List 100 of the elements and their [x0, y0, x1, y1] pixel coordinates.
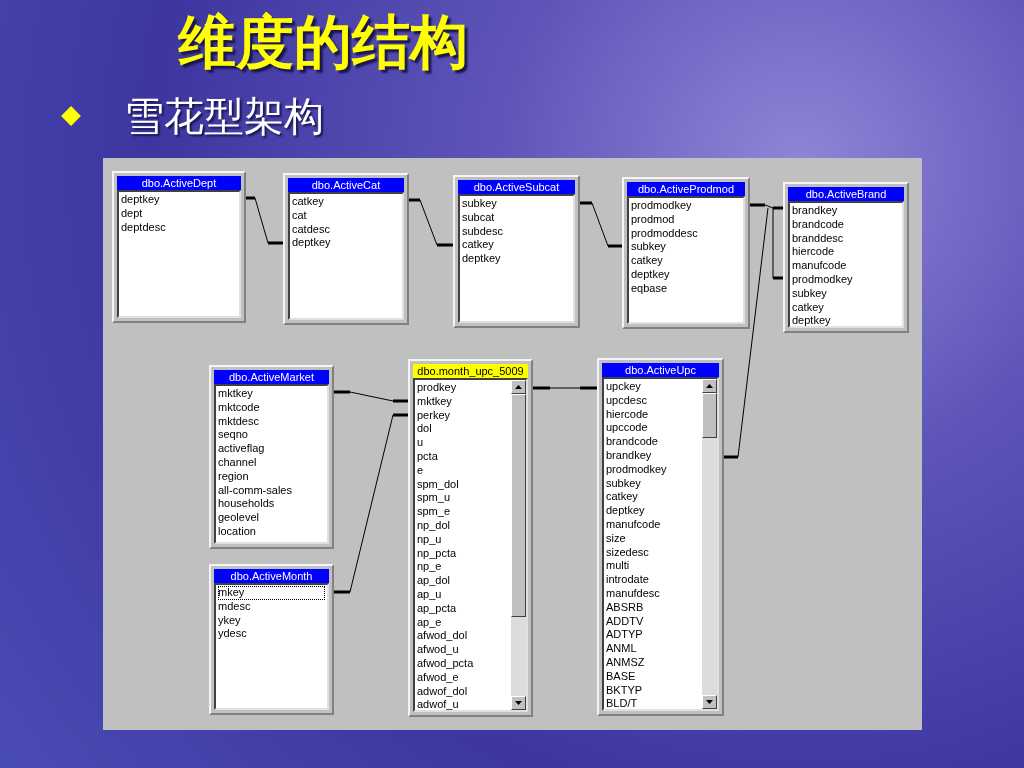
field-name[interactable]: np_u [417, 532, 509, 547]
field-name[interactable]: prodmod [631, 212, 741, 227]
field-name[interactable]: ap_dol [417, 574, 509, 588]
field-name[interactable]: catkey [792, 300, 900, 315]
table-title[interactable]: dbo.ActiveMonth [214, 569, 329, 583]
field-name[interactable]: activeflag [218, 442, 325, 456]
field-name[interactable]: ap_e [417, 615, 509, 630]
table-window[interactable]: dbo.ActiveCat catkey cat catdesc deptkey [283, 173, 409, 325]
table-title[interactable]: dbo.ActiveDept [117, 176, 241, 190]
field-name[interactable]: adwof_dol [417, 684, 509, 699]
field-name[interactable]: ADTYP [606, 628, 700, 643]
table-window[interactable]: dbo.ActiveSubcat subkey subcat subdesc catkey deptkey [453, 175, 580, 328]
field-name[interactable]: BASE [606, 669, 700, 684]
field-name[interactable]: hiercode [606, 407, 700, 422]
field-name[interactable]: prodmodkey [792, 273, 900, 287]
field-name[interactable]: upcdesc [606, 393, 700, 408]
field-name[interactable]: deptkey [121, 193, 237, 207]
field-name[interactable]: ydesc [218, 627, 325, 642]
table-title[interactable]: dbo.ActiveSubcat [458, 180, 575, 194]
table-window[interactable]: dbo.ActiveProdmod prodmodkey prodmod prodmoddesc subkey catkey deptkey eqbase [622, 177, 750, 329]
field-name[interactable]: brandkey [792, 204, 900, 218]
field-name[interactable]: deptkey [606, 504, 700, 518]
field-name[interactable]: deptkey [462, 252, 571, 266]
table-title[interactable]: dbo.ActiveUpc [602, 363, 719, 377]
field-name[interactable]: np_e [417, 560, 509, 575]
field-name[interactable]: location [218, 524, 325, 539]
field-name[interactable]: spm_e [417, 505, 509, 519]
field-name[interactable]: catkey [462, 238, 571, 253]
field-name[interactable]: upccode [606, 421, 700, 436]
field-name[interactable]: mktkey [218, 387, 325, 401]
field-name[interactable]: subcat [462, 210, 571, 225]
field-name[interactable]: afwod_u [417, 643, 509, 657]
scroll-up-button[interactable] [511, 380, 526, 394]
field-name[interactable]: ap_pcta [417, 601, 509, 616]
field-name[interactable]: pcta [417, 450, 509, 464]
field-name[interactable]: mktkey [417, 394, 509, 409]
table-window[interactable]: dbo.ActiveDept deptkey dept deptdesc [112, 171, 246, 323]
field-name[interactable]: np_dol [417, 518, 509, 533]
field-name[interactable]: deptkey [792, 314, 900, 326]
field-name[interactable]: catdesc [292, 222, 400, 237]
field-name[interactable]: ABSRB [606, 600, 700, 615]
field-name[interactable]: spm_dol [417, 477, 509, 492]
field-name[interactable]: hiercode [792, 245, 900, 260]
field-name[interactable]: mkey [218, 586, 325, 600]
field-name[interactable]: catkey [606, 490, 700, 505]
table-window[interactable]: dbo.ActiveMonth mkey mdesc ykey ydesc [209, 564, 334, 715]
field-name[interactable]: dol [417, 422, 509, 437]
field-name[interactable]: mdesc [218, 599, 325, 614]
field-name[interactable]: e [417, 463, 509, 478]
field-name[interactable]: introdate [606, 573, 700, 587]
field-name[interactable]: ADDTV [606, 614, 700, 629]
field-name[interactable]: seqno [218, 428, 325, 443]
field-name[interactable]: eqbase [631, 281, 741, 296]
table-title[interactable]: dbo.ActiveMarket [214, 370, 329, 384]
field-name[interactable]: subkey [792, 286, 900, 301]
field-name[interactable]: catkey [292, 195, 400, 209]
field-name[interactable]: multi [606, 559, 700, 574]
field-name[interactable]: branddesc [792, 231, 900, 246]
field-name[interactable]: cat [292, 208, 400, 223]
scrollbar[interactable] [702, 379, 717, 709]
table-title[interactable]: dbo.ActiveCat [288, 178, 404, 192]
field-name[interactable]: ykey [218, 613, 325, 628]
field-name[interactable]: ANMSZ [606, 655, 700, 670]
field-name[interactable]: subdesc [462, 224, 571, 239]
table-title[interactable]: dbo.ActiveProdmod [627, 182, 745, 196]
scroll-down-button[interactable] [702, 695, 717, 709]
field-name[interactable]: u [417, 436, 509, 450]
field-name[interactable]: perkey [417, 408, 509, 423]
field-name[interactable]: prodmodkey [606, 462, 700, 477]
field-name[interactable]: deptdesc [121, 220, 237, 235]
field-name[interactable]: households [218, 497, 325, 512]
field-name[interactable]: manufdesc [606, 586, 700, 601]
field-name[interactable]: ap_u [417, 587, 509, 602]
field-name[interactable]: dept [121, 206, 237, 221]
field-name[interactable]: region [218, 469, 325, 484]
field-name[interactable]: afwod_pcta [417, 656, 509, 671]
field-name[interactable]: catkey [631, 254, 741, 268]
field-name[interactable]: BLD/T [606, 697, 700, 709]
field-name[interactable]: prodmodkey [631, 199, 741, 213]
field-name[interactable]: deptkey [292, 236, 400, 251]
field-name[interactable]: mktcode [218, 400, 325, 415]
table-title[interactable]: dbo.month_upc_5009 [413, 364, 528, 378]
field-name[interactable]: spm_u [417, 491, 509, 506]
scroll-thumb[interactable] [511, 394, 526, 618]
field-name[interactable]: subkey [462, 197, 571, 211]
field-name[interactable]: geolevel [218, 511, 325, 525]
table-window[interactable]: dbo.month_upc_5009 prodkey mktkey perkey dol u pcta e spm_dol spm_u spm_e np_dol np_u np_pcta np_e ap_dol ap_u ap_pcta ap_e afwod_dol afwod_u afwod_pcta afwod_e adwof_dol adwof_u [408, 359, 533, 717]
field-name[interactable]: deptkey [631, 268, 741, 282]
field-name[interactable]: BKTYP [606, 683, 700, 698]
table-title[interactable]: dbo.ActiveBrand [788, 187, 904, 201]
scroll-up-button[interactable] [702, 379, 717, 393]
scroll-down-button[interactable] [511, 696, 526, 710]
scroll-thumb[interactable] [702, 393, 717, 439]
field-name[interactable]: all-comm-sales [218, 483, 325, 498]
field-name[interactable]: afwod_e [417, 670, 509, 685]
table-window[interactable]: dbo.ActiveMarket mktkey mktcode mktdesc seqno activeflag channel region all-comm-sales households geolevel location [209, 365, 334, 549]
field-name[interactable]: sizedesc [606, 545, 700, 560]
field-name[interactable]: upckey [606, 380, 700, 394]
field-name[interactable]: subkey [631, 240, 741, 255]
field-name[interactable]: manufcode [792, 259, 900, 273]
